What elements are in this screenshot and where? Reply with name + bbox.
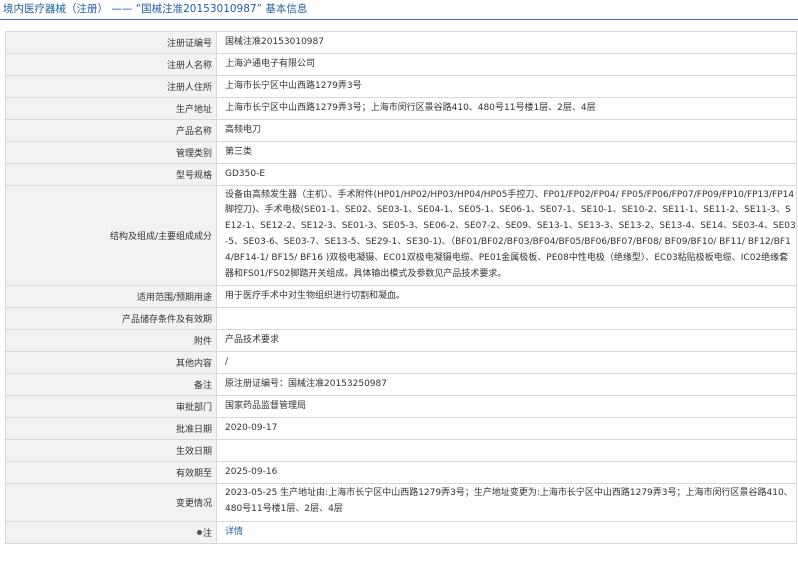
row-label-registration-number: 注册证编号 [5, 31, 217, 54]
bullet-icon [196, 530, 202, 535]
table-row: 审批部门 国家药品监督管理局 [5, 395, 797, 418]
table-row: 结构及组成/主要组成成分 设备由高频发生器（主机）、手术附件(HP01/HP02… [5, 185, 797, 286]
table-row: 产品名称 高频电刀 [5, 119, 797, 142]
row-label-registrant-name: 注册人名称 [5, 53, 217, 76]
row-label-approval-department: 审批部门 [5, 395, 217, 418]
info-table-wrapper: 注册证编号 国械注准20153010987 注册人名称 上海沪通电子有限公司 注… [5, 31, 797, 544]
row-label-structure-composition: 结构及组成/主要组成成分 [5, 185, 217, 286]
page-header: 境内医疗器械（注册） —— “国械注准20153010987” 基本信息 [0, 0, 798, 20]
table-row: 生效日期 [5, 439, 797, 462]
table-row: 注册人名称 上海沪通电子有限公司 [5, 53, 797, 76]
row-label-model-spec: 型号规格 [5, 163, 217, 186]
row-label-expiry-date: 有效期至 [5, 461, 217, 484]
table-row: 备注 原注册证编号：国械注准20153250987 [5, 373, 797, 396]
note-label-text: 注 [202, 529, 212, 539]
row-value-attachment: 产品技术要求 [216, 329, 797, 352]
row-value-intended-use: 用于医疗手术中对生物组织进行切割和凝血。 [216, 285, 797, 308]
row-label-storage-validity: 产品储存条件及有效期 [5, 307, 217, 330]
row-value-model-spec: GD350-E [216, 163, 797, 186]
row-value-expiry-date: 2025-09-16 [216, 461, 797, 484]
row-value-storage-validity [216, 307, 797, 330]
row-label-change-history: 变更情况 [5, 483, 217, 522]
row-label-other-content: 其他内容 [5, 351, 217, 374]
table-row: 附件 产品技术要求 [5, 329, 797, 352]
row-value-registration-number: 国械注准20153010987 [216, 31, 797, 54]
row-value-structure-composition: 设备由高频发生器（主机）、手术附件(HP01/HP02/HP03/HP04/HP… [216, 185, 797, 286]
row-value-change-history: 2023-05-25 生产地址由:上海市长宁区中山西路1279弄3号；生产地址变… [216, 483, 797, 522]
table-row: 注册证编号 国械注准20153010987 [5, 31, 797, 54]
table-row: 适用范围/预期用途 用于医疗手术中对生物组织进行切割和凝血。 [5, 285, 797, 308]
row-value-approval-date: 2020-09-17 [216, 417, 797, 440]
details-link[interactable]: 详情 [225, 527, 243, 537]
row-value-registrant-name: 上海沪通电子有限公司 [216, 53, 797, 76]
row-value-remarks: 原注册证编号：国械注准20153250987 [216, 373, 797, 396]
row-value-effective-date [216, 439, 797, 462]
row-label-approval-date: 批准日期 [5, 417, 217, 440]
row-label-attachment: 附件 [5, 329, 217, 352]
info-table: 注册证编号 国械注准20153010987 注册人名称 上海沪通电子有限公司 注… [5, 31, 797, 544]
row-value-other-content: / [216, 351, 797, 374]
table-row: 注 详情 [5, 521, 797, 544]
row-label-management-category: 管理类别 [5, 141, 217, 164]
page-title: 境内医疗器械（注册） —— “国械注准20153010987” 基本信息 [3, 3, 308, 15]
row-value-approval-department: 国家药品监督管理局 [216, 395, 797, 418]
row-value-management-category: 第三类 [216, 141, 797, 164]
row-label-registrant-address: 注册人住所 [5, 75, 217, 98]
row-value-registrant-address: 上海市长宁区中山西路1279弄3号 [216, 75, 797, 98]
table-row: 其他内容 / [5, 351, 797, 374]
row-value-production-address: 上海市长宁区中山西路1279弄3号；上海市闵行区景谷路410、480号11号楼1… [216, 97, 797, 120]
row-label-remarks: 备注 [5, 373, 217, 396]
table-row: 型号规格 GD350-E [5, 163, 797, 186]
table-row: 管理类别 第三类 [5, 141, 797, 164]
table-row: 注册人住所 上海市长宁区中山西路1279弄3号 [5, 75, 797, 98]
row-label-effective-date: 生效日期 [5, 439, 217, 462]
row-label-note: 注 [5, 521, 217, 544]
row-value-product-name: 高频电刀 [216, 119, 797, 142]
table-row: 生产地址 上海市长宁区中山西路1279弄3号；上海市闵行区景谷路410、480号… [5, 97, 797, 120]
table-row: 批准日期 2020-09-17 [5, 417, 797, 440]
row-label-product-name: 产品名称 [5, 119, 217, 142]
row-label-production-address: 生产地址 [5, 97, 217, 120]
table-row: 变更情况 2023-05-25 生产地址由:上海市长宁区中山西路1279弄3号；… [5, 483, 797, 522]
row-value-note: 详情 [216, 521, 797, 544]
table-row: 有效期至 2025-09-16 [5, 461, 797, 484]
row-label-intended-use: 适用范围/预期用途 [5, 285, 217, 308]
table-row: 产品储存条件及有效期 [5, 307, 797, 330]
